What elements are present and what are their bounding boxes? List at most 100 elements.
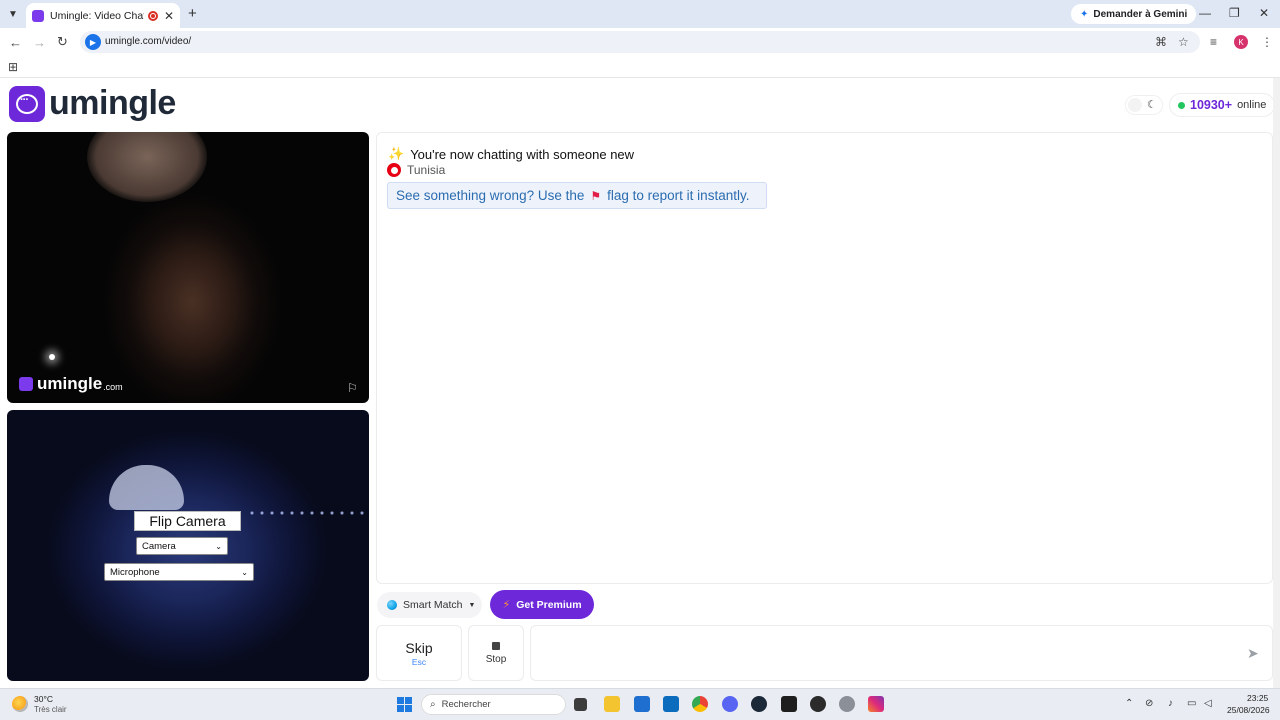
chevron-down-icon: ⌄ (241, 567, 248, 577)
maximize-icon[interactable]: ❐ (1229, 6, 1240, 20)
watermark-logo-icon (19, 377, 33, 391)
smart-match-dropdown[interactable]: Smart Match ▼ (377, 592, 482, 618)
video-frame-content (87, 132, 207, 202)
premium-label: Get Premium (516, 598, 582, 611)
discord-icon[interactable] (722, 696, 738, 712)
browser-menu-icon[interactable]: ⋮ (1261, 35, 1273, 49)
logo-text[interactable]: umingle (49, 84, 176, 123)
media-control-icon[interactable]: ≡ (1210, 35, 1217, 49)
weather-description[interactable]: Très clair (34, 705, 67, 714)
translate-icon[interactable]: ⌘ (1155, 35, 1167, 49)
url-text[interactable]: umingle.com/video/ (105, 36, 191, 47)
reload-icon[interactable]: ↻ (57, 34, 68, 50)
video-watermark: umingle .com (19, 374, 123, 394)
smart-match-label: Smart Match (403, 599, 463, 611)
video-light-glare (49, 354, 55, 360)
minimize-icon[interactable]: — (1199, 6, 1211, 20)
browser-tab[interactable]: Umingle: Video Chat with S ✕ (26, 3, 180, 28)
clock-date[interactable]: 25/08/2026 (1227, 705, 1270, 715)
task-view-icon[interactable] (574, 698, 587, 711)
chrome-icon[interactable] (692, 696, 708, 712)
windows-start-icon[interactable] (397, 697, 412, 712)
tray-display-icon[interactable]: ▭ (1187, 698, 1196, 709)
chat-status-line: ✨ You're now chatting with someone new (388, 146, 634, 162)
taskbar-search-label: Rechercher (441, 699, 491, 710)
send-icon[interactable]: ➤ (1247, 645, 1259, 662)
online-label: online (1237, 99, 1267, 111)
weather-icon[interactable] (12, 696, 28, 712)
online-count: 10930+ (1190, 98, 1233, 112)
watermark-text: umingle (37, 374, 103, 393)
flip-camera-button[interactable]: Flip Camera (134, 511, 241, 531)
apps-grid-icon[interactable]: ⊞ (8, 60, 18, 74)
sparkle-icon: ✨ (388, 146, 405, 161)
back-arrow-icon[interactable]: ← (9, 35, 22, 50)
tab-favicon-icon (32, 9, 44, 22)
report-notice-suffix: flag to report it instantly. (607, 188, 750, 203)
steam-icon[interactable] (751, 696, 767, 712)
chat-status-text: You're now chatting with someone new (410, 146, 635, 162)
partner-country: Tunisia (387, 163, 445, 177)
message-input[interactable] (530, 625, 1273, 681)
window-close-icon[interactable]: ✕ (1259, 6, 1269, 20)
umingle-logo-icon[interactable] (9, 86, 45, 122)
tab-close-icon[interactable]: ✕ (164, 9, 174, 23)
file-explorer-icon[interactable] (604, 696, 620, 712)
bookmarks-bar (0, 56, 1280, 78)
tray-microphone-icon[interactable]: ♪ (1168, 698, 1173, 709)
video-frame-content (109, 465, 184, 510)
globe-icon (387, 600, 397, 610)
gemini-star-icon: ✦ (1080, 8, 1089, 20)
new-tab-button[interactable]: + (188, 5, 197, 22)
site-info-icon[interactable]: ▶ (85, 34, 101, 50)
skip-button[interactable]: Skip Esc (376, 625, 462, 681)
report-flag-icon[interactable]: ⚐ (347, 381, 358, 395)
gemini-label: Demander à Gemini (1093, 8, 1188, 20)
stop-label: Stop (485, 653, 507, 665)
microphone-select[interactable]: Microphone ⌄ (104, 563, 254, 581)
address-bar[interactable] (80, 31, 1200, 53)
theme-toggle-knob (1128, 98, 1142, 112)
online-counter: 10930+ online (1170, 94, 1274, 116)
tray-volume-icon[interactable]: ◁ (1204, 698, 1212, 709)
stop-button[interactable]: Stop (468, 625, 524, 681)
tunisia-flag-icon (387, 163, 401, 177)
stop-square-icon (492, 641, 500, 650)
caret-down-icon: ▼ (468, 601, 476, 609)
bolt-icon: ⚡ (502, 599, 511, 611)
settings-gear-icon[interactable] (839, 696, 855, 712)
camera-select-value: Camera (142, 540, 176, 552)
recording-icon (147, 10, 158, 21)
background-led-lights (247, 510, 367, 516)
terminal-icon[interactable] (781, 696, 797, 712)
page-scrollbar[interactable] (1273, 78, 1280, 688)
store-icon[interactable] (634, 696, 650, 712)
country-name: Tunisia (407, 163, 446, 177)
tray-network-icon[interactable]: ⊘ (1145, 698, 1153, 709)
outlook-icon[interactable] (663, 696, 679, 712)
camera-select[interactable]: Camera ⌄ (136, 537, 228, 555)
online-dot-icon (1178, 101, 1185, 109)
watermark-tld: .com (103, 381, 123, 392)
report-notice: See something wrong? Use the ⚑ flag to r… (387, 182, 767, 209)
moon-icon: ☾ (1147, 99, 1157, 111)
app-icon[interactable] (810, 696, 826, 712)
profile-avatar[interactable]: K (1234, 35, 1248, 49)
chevron-down-icon: ⌄ (215, 541, 222, 551)
clock-time[interactable]: 23:25 (1247, 693, 1268, 703)
instagram-icon[interactable] (868, 696, 884, 712)
tray-chevron-up-icon[interactable]: ⌃ (1125, 698, 1133, 709)
local-video: Flip Camera Camera ⌄ Microphone ⌄ (7, 410, 369, 681)
get-premium-button[interactable]: ⚡ Get Premium (490, 590, 594, 619)
report-notice-prefix: See something wrong? Use the (396, 188, 585, 203)
bookmark-star-icon[interactable]: ☆ (1178, 35, 1189, 49)
microphone-select-value: Microphone (110, 566, 160, 578)
forward-arrow-icon[interactable]: → (33, 35, 46, 50)
tab-title: Umingle: Video Chat with S (50, 9, 144, 22)
search-icon: ⌕ (430, 699, 436, 710)
taskbar-search[interactable]: ⌕ Rechercher (421, 694, 566, 715)
weather-temperature[interactable]: 30°C (34, 694, 53, 704)
skip-shortcut: Esc (411, 656, 427, 667)
tab-search-chevron-icon[interactable]: ▼ (4, 5, 22, 23)
gemini-button[interactable]: ✦ Demander à Gemini (1071, 4, 1197, 24)
